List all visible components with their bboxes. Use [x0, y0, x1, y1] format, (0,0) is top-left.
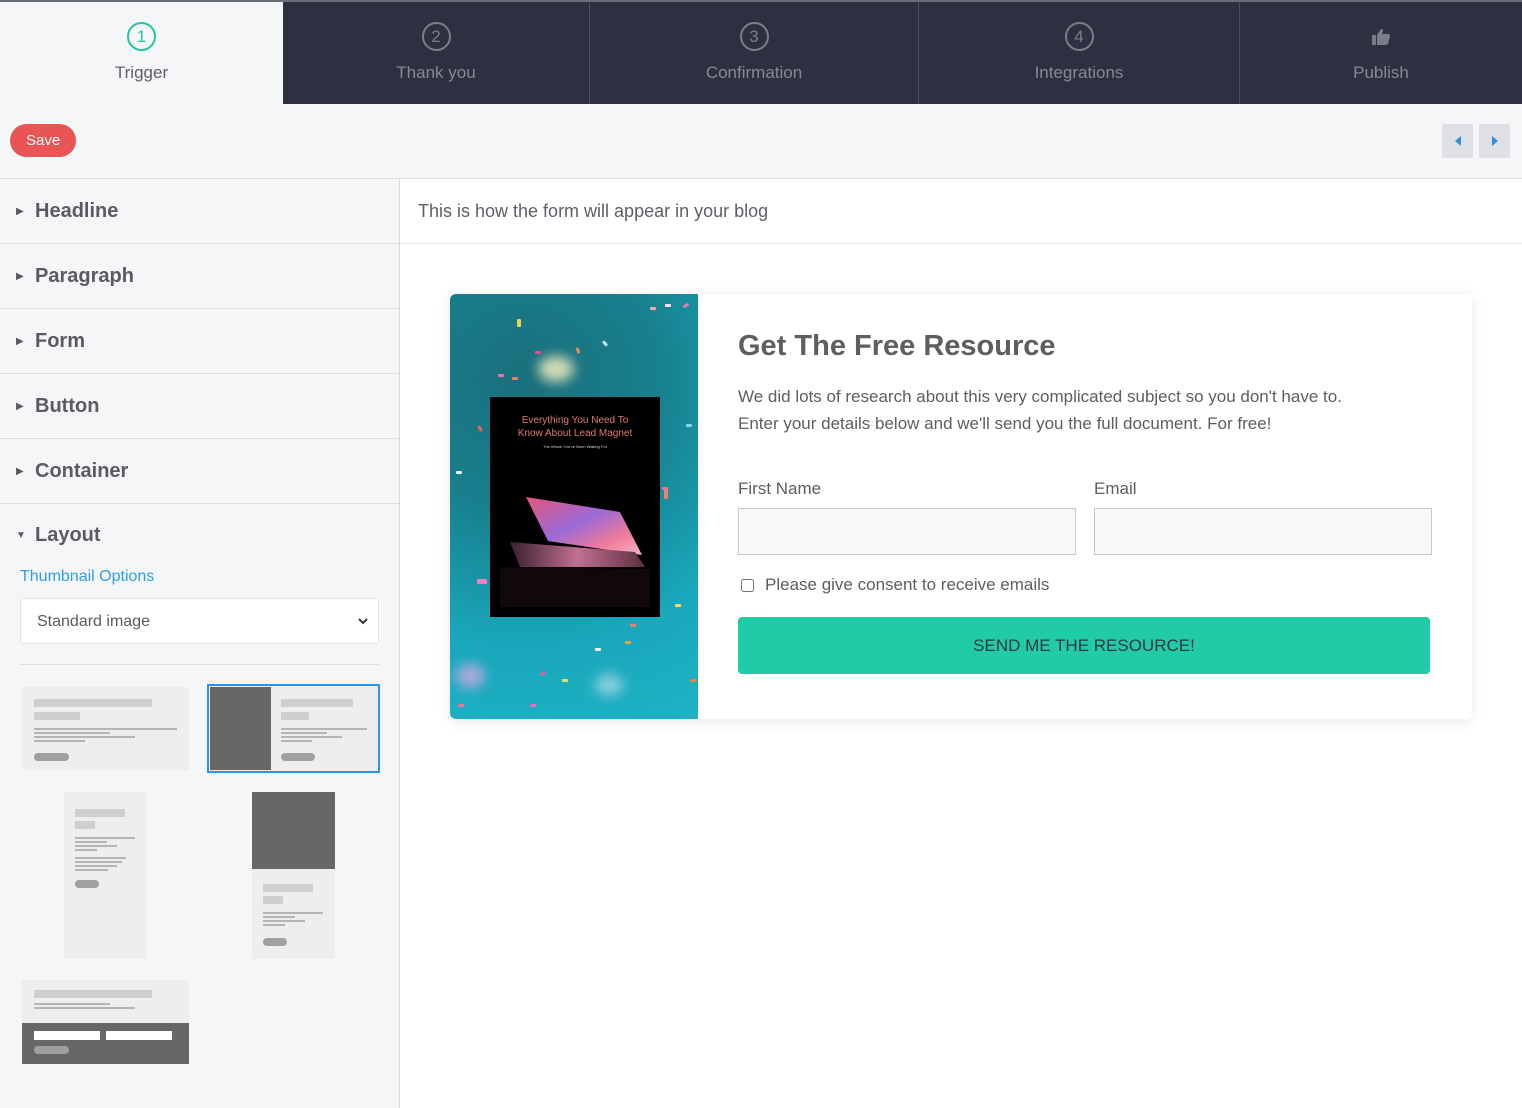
- preview-header: This is how the form will appear in your…: [400, 179, 1522, 244]
- section-label: Form: [35, 329, 85, 352]
- layout-option-dark-form-bottom[interactable]: [22, 980, 189, 1064]
- section-container[interactable]: ▶ Container: [0, 439, 399, 504]
- step-confirmation[interactable]: 3 Confirmation: [590, 2, 919, 104]
- caret-right-icon: ▶: [16, 270, 24, 282]
- previous-button[interactable]: [1442, 124, 1473, 158]
- caret-right-icon: ▶: [16, 465, 24, 477]
- save-button[interactable]: Save: [10, 124, 77, 157]
- email-label: Email: [1094, 479, 1137, 498]
- caret-right-icon: ▶: [16, 205, 24, 217]
- email-field-group: Email: [1094, 479, 1432, 555]
- layout-panel: Thumbnail Options Standard image: [0, 568, 399, 1085]
- step-number-badge: 2: [421, 22, 451, 51]
- step-label: Confirmation: [705, 63, 803, 82]
- preview-area: This is how the form will appear in your…: [400, 179, 1522, 1108]
- consent-row: Please give consent to receive emails: [738, 575, 1432, 595]
- section-form[interactable]: ▶ Form: [0, 309, 399, 374]
- thumbs-up-icon: [1367, 22, 1396, 51]
- step-integrations[interactable]: 4 Integrations: [919, 2, 1240, 104]
- section-label: Container: [35, 459, 129, 482]
- ebook-cover-image: Everything You Need To Know About Lead M…: [450, 294, 698, 719]
- section-label: Headline: [35, 199, 119, 222]
- ebook-cover: Everything You Need To Know About Lead M…: [490, 397, 660, 617]
- step-thank-you[interactable]: 2 Thank you: [283, 2, 590, 104]
- form-headline: Get The Free Resource: [738, 330, 1056, 362]
- section-label: Layout: [35, 523, 101, 546]
- form-paragraph-line1: We did lots of research about this very …: [738, 387, 1342, 406]
- step-label: Publish: [1353, 63, 1409, 82]
- first-name-input[interactable]: [738, 508, 1076, 555]
- step-label: Integrations: [1034, 63, 1124, 82]
- layout-option-image-left[interactable]: [207, 684, 380, 773]
- section-label: Button: [35, 394, 100, 417]
- step-label: Thank you: [396, 63, 476, 82]
- caret-right-icon: [1491, 136, 1498, 146]
- step-number-badge: 4: [1064, 22, 1094, 51]
- caret-right-icon: ▶: [16, 335, 24, 347]
- toolbar: Save: [0, 104, 1522, 179]
- form-paragraph: We did lots of research about this very …: [738, 383, 1432, 437]
- step-label: Trigger: [114, 63, 169, 82]
- caret-left-icon: [1454, 136, 1461, 146]
- first-name-label: First Name: [738, 479, 822, 498]
- section-layout[interactable]: ▼ Layout: [0, 504, 399, 566]
- step-number-badge: 1: [127, 22, 156, 51]
- layout-option-narrow-text[interactable]: [64, 792, 147, 959]
- caret-down-icon: ▼: [16, 529, 26, 541]
- form-preview-card: Everything You Need To Know About Lead M…: [450, 294, 1472, 719]
- section-paragraph[interactable]: ▶ Paragraph: [0, 244, 399, 309]
- form-paragraph-line2: Enter your details below and we'll send …: [738, 414, 1272, 433]
- send-resource-button[interactable]: SEND ME THE RESOURCE!: [738, 617, 1430, 674]
- next-button[interactable]: [1479, 124, 1510, 158]
- thumbnail-select[interactable]: Standard image: [21, 599, 378, 643]
- ebook-title-line2: Know About Lead Magnet: [517, 428, 633, 439]
- step-publish[interactable]: Publish: [1240, 2, 1522, 104]
- settings-sidebar: ▶ Headline ▶ Paragraph ▶ Form ▶ Button ▶…: [0, 179, 400, 1108]
- laptop-image: [500, 497, 650, 607]
- consent-label: Please give consent to receive emails: [765, 575, 1050, 594]
- consent-checkbox[interactable]: [741, 578, 754, 592]
- section-headline[interactable]: ▶ Headline: [0, 179, 399, 244]
- email-input[interactable]: [1094, 508, 1432, 555]
- first-name-field-group: First Name: [738, 479, 1076, 555]
- layout-options: [20, 665, 380, 1085]
- ebook-subtitle: The eBook You've Been Waiting For: [543, 444, 607, 449]
- form-content: Get The Free Resource We did lots of res…: [698, 294, 1472, 719]
- wizard-steps: 1 Trigger 2 Thank you 3 Confirmation 4 I…: [0, 0, 1522, 104]
- caret-right-icon: ▶: [16, 400, 24, 412]
- ebook-title-line1: Everything You Need To: [521, 415, 629, 426]
- section-button[interactable]: ▶ Button: [0, 374, 399, 439]
- step-trigger[interactable]: 1 Trigger: [0, 2, 283, 104]
- layout-option-image-top[interactable]: [252, 792, 335, 959]
- form-fields: First Name Email: [738, 479, 1432, 555]
- step-number-badge: 3: [739, 22, 769, 51]
- section-label: Paragraph: [35, 264, 134, 287]
- thumbnail-options-label: Thumbnail Options: [20, 568, 155, 585]
- layout-option-text-only[interactable]: [22, 687, 189, 770]
- thumbnail-select-wrapper: Standard image: [20, 598, 379, 644]
